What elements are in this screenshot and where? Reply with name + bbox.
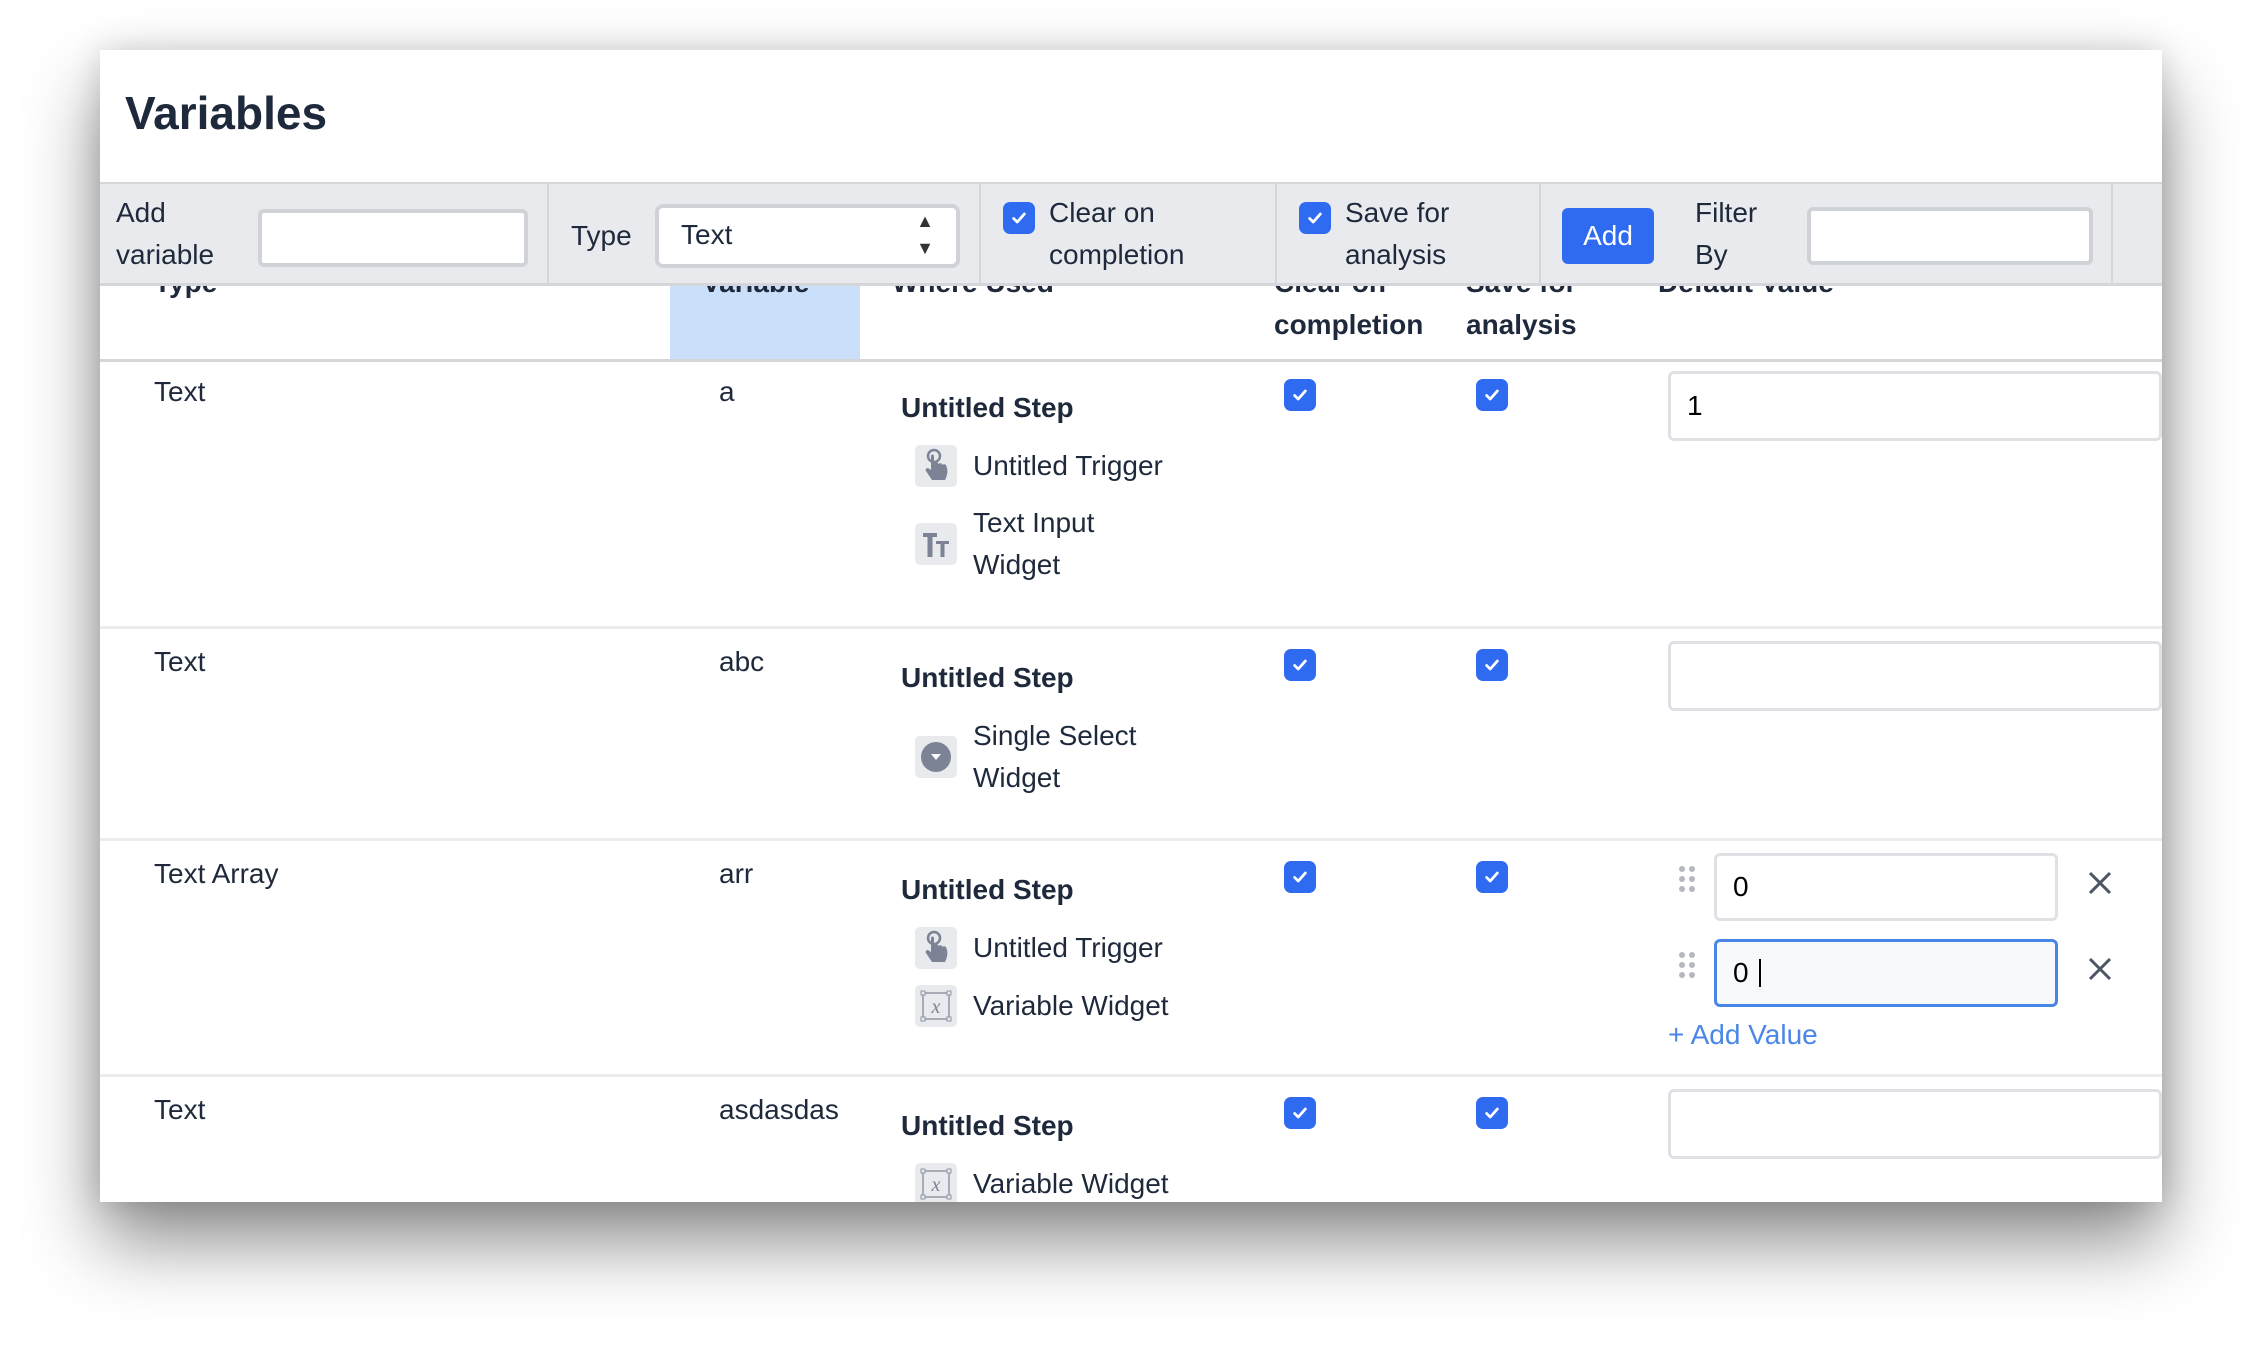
variable-name: asdasdas: [719, 1094, 839, 1125]
save-for-analysis-label: Save for analysis: [1345, 197, 1450, 270]
variable-type: Text: [154, 376, 206, 407]
clear-on-completion-label: Clear on completion: [1049, 197, 1185, 270]
type-select-value: Text: [681, 219, 733, 250]
check-icon: [1485, 389, 1499, 401]
check-icon: [1308, 212, 1322, 224]
check-icon: [1485, 871, 1499, 883]
add-variable-input[interactable]: [258, 209, 528, 267]
pointer-hand-icon: [915, 445, 957, 487]
remove-value-button[interactable]: [2086, 955, 2120, 989]
usage-label: Variable Widget: [973, 1168, 1169, 1199]
clear-on-completion-checkbox[interactable]: [1284, 379, 1316, 411]
clear-on-completion-section: Clear on completion: [981, 184, 1277, 283]
svg-text:x: x: [931, 1174, 941, 1196]
svg-text:x: x: [931, 996, 941, 1018]
table-row: Text a Untitled Step Untitled Trigger Te…: [100, 359, 2162, 629]
clear-on-completion-checkbox[interactable]: [1284, 861, 1316, 893]
variable-name: abc: [719, 646, 765, 677]
variable-type: Text: [154, 1094, 206, 1125]
variable-type: Text: [154, 646, 206, 677]
close-icon: [2088, 957, 2112, 981]
array-item-value: 0: [1733, 871, 1749, 902]
check-icon: [1293, 389, 1307, 401]
save-for-analysis-checkbox[interactable]: [1476, 861, 1508, 893]
clear-on-completion-checkbox[interactable]: [1284, 649, 1316, 681]
step-name[interactable]: Untitled Step: [901, 657, 1074, 699]
text-cursor: [1758, 959, 1761, 987]
add-variable-section: Add variable: [100, 184, 549, 283]
drag-handle-icon[interactable]: [1678, 951, 1696, 984]
filter-by-label: Filter By: [1695, 197, 1758, 270]
save-for-analysis-checkbox[interactable]: [1476, 1097, 1508, 1129]
pointer-hand-icon: [915, 927, 957, 969]
save-for-analysis-section: Save for analysis: [1277, 184, 1541, 283]
array-item-value: 0: [1733, 957, 1749, 988]
drag-handle-icon[interactable]: [1678, 865, 1696, 898]
default-value-input[interactable]: [1668, 1089, 2162, 1159]
remove-value-button[interactable]: [2086, 869, 2120, 903]
add-variable-label: Add variable: [116, 197, 215, 270]
clear-on-completion-checkbox[interactable]: [1003, 202, 1035, 234]
usage-item[interactable]: Untitled Trigger: [915, 445, 1163, 487]
usage-label: Single Select Widget: [973, 720, 1137, 793]
usage-label: Variable Widget: [973, 990, 1169, 1021]
check-icon: [1293, 871, 1307, 883]
variables-panel: Variables Type Variable Where Used Clear…: [100, 50, 2162, 1202]
check-icon: [1293, 659, 1307, 671]
check-icon: [1293, 1107, 1307, 1119]
save-for-analysis-checkbox[interactable]: [1476, 379, 1508, 411]
check-icon: [1485, 659, 1499, 671]
table-row: Text asdasdas Untitled Step x Variable W…: [100, 1077, 2162, 1202]
check-icon: [1012, 212, 1026, 224]
type-label: Type: [571, 220, 632, 251]
variable-name: a: [719, 376, 735, 407]
default-value-text: 1: [1687, 390, 1703, 421]
add-value-link[interactable]: + Add Value: [1668, 1019, 1818, 1051]
add-variable-toolbar: Add variable Type Text ▲ ▼ Clear on compl…: [100, 182, 2162, 286]
variable-widget-icon: x: [915, 985, 957, 1027]
text-input-icon: [915, 523, 957, 565]
step-name[interactable]: Untitled Step: [901, 1105, 1074, 1147]
default-value-input[interactable]: [1668, 641, 2162, 711]
variable-widget-icon: x: [915, 1163, 957, 1202]
close-icon: [2088, 871, 2112, 895]
usage-label: Text Input Widget: [973, 507, 1095, 580]
default-value-array-item[interactable]: 0: [1714, 853, 2058, 921]
page-title: Variables: [125, 87, 328, 139]
single-select-icon: [915, 736, 957, 778]
type-section: Type Text ▲ ▼: [549, 184, 981, 283]
variable-type: Text Array: [154, 858, 279, 889]
type-select[interactable]: Text ▲ ▼: [655, 204, 960, 268]
table-row: Text abc Untitled Step Single Select Wid…: [100, 629, 2162, 841]
add-button[interactable]: Add: [1562, 208, 1654, 264]
add-filter-section: Add Filter By: [1541, 184, 2113, 283]
usage-item[interactable]: Single Select Widget: [915, 715, 1175, 799]
table-header: Type Variable Where Used Clear on comple…: [100, 267, 2162, 362]
usage-item[interactable]: Text Input Widget: [915, 502, 1155, 586]
default-value-input[interactable]: 1: [1668, 371, 2162, 441]
usage-item[interactable]: x Variable Widget: [915, 1163, 1169, 1202]
save-for-analysis-checkbox[interactable]: [1299, 202, 1331, 234]
usage-label: Untitled Trigger: [973, 450, 1163, 481]
usage-label: Untitled Trigger: [973, 932, 1163, 963]
step-name[interactable]: Untitled Step: [901, 387, 1074, 429]
usage-item[interactable]: Untitled Trigger: [915, 927, 1163, 969]
step-name[interactable]: Untitled Step: [901, 869, 1074, 911]
usage-item[interactable]: x Variable Widget: [915, 985, 1169, 1027]
filter-input[interactable]: [1807, 207, 2093, 265]
save-for-analysis-checkbox[interactable]: [1476, 649, 1508, 681]
check-icon: [1485, 1107, 1499, 1119]
default-value-array-item[interactable]: 0: [1714, 939, 2058, 1007]
select-arrows-icon: ▲ ▼: [916, 211, 934, 258]
table-row: Text Array arr Untitled Step Untitled Tr…: [100, 841, 2162, 1077]
clear-on-completion-checkbox[interactable]: [1284, 1097, 1316, 1129]
variable-name: arr: [719, 858, 754, 889]
